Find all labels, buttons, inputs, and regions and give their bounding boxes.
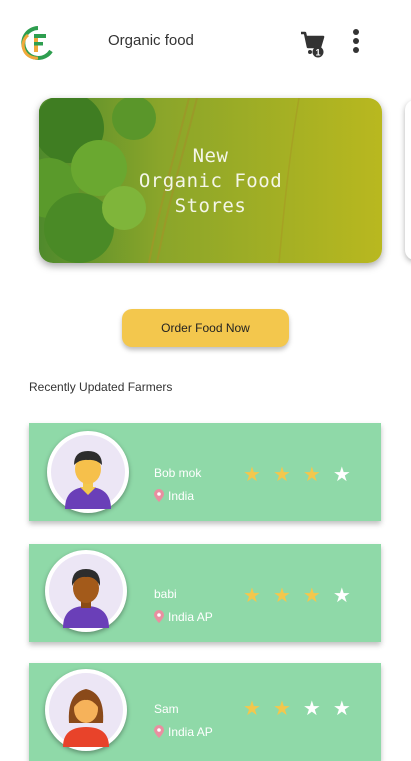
more-vertical-icon[interactable] [346, 27, 366, 55]
promo-banner[interactable]: New Organic Food Stores [39, 98, 382, 263]
farmer-location: India AP [154, 725, 213, 739]
star-icon: ★ [272, 583, 291, 607]
next-banner-card[interactable] [405, 100, 411, 260]
cart-icon[interactable]: 1 [298, 28, 328, 58]
farmer-card[interactable]: Sam India AP ★ ★ ★ ★ [29, 663, 381, 761]
location-pin-icon [154, 725, 164, 738]
star-icon: ★ [302, 583, 321, 607]
farmer-name: babi [154, 587, 177, 601]
star-empty-icon: ★ [332, 696, 351, 720]
star-icon: ★ [302, 462, 321, 486]
avatar [45, 550, 127, 632]
star-empty-icon: ★ [332, 462, 351, 486]
order-food-button[interactable]: Order Food Now [122, 309, 289, 347]
rating-stars: ★ ★ ★ ★ [243, 696, 363, 720]
location-pin-icon [154, 610, 164, 623]
section-title: Recently Updated Farmers [29, 380, 173, 394]
farmer-avatar-icon [49, 554, 123, 628]
location-pin-icon [154, 489, 164, 502]
farmer-location-text: India AP [168, 610, 213, 624]
app-title: Organic food [108, 32, 194, 49]
farmer-location: India [154, 489, 194, 503]
farmer-name: Bob mok [154, 466, 202, 480]
app-bar: Organic food 1 [0, 0, 411, 84]
farmer-location-text: India AP [168, 725, 213, 739]
star-icon: ★ [272, 696, 291, 720]
rating-stars: ★ ★ ★ ★ [243, 583, 363, 607]
farmer-avatar-icon [49, 673, 123, 747]
farmer-name: Sam [154, 702, 179, 716]
banner-text: New Organic Food Stores [138, 145, 283, 217]
star-icon: ★ [243, 696, 261, 720]
star-icon: ★ [272, 462, 291, 486]
star-empty-icon: ★ [302, 696, 321, 720]
avatar [45, 669, 127, 751]
farmer-avatar-icon [51, 435, 125, 509]
cart-count-badge: 1 [315, 48, 320, 58]
farmer-card[interactable]: babi India AP ★ ★ ★ ★ [29, 544, 381, 642]
star-icon: ★ [243, 583, 261, 607]
farmer-card[interactable]: Bob mok India ★ ★ ★ ★ [29, 423, 381, 521]
avatar [47, 431, 129, 513]
organic-food-logo-icon[interactable] [20, 25, 56, 61]
farmer-location-text: India [168, 489, 195, 503]
farmer-location: India AP [154, 610, 213, 624]
rating-stars: ★ ★ ★ ★ [243, 462, 363, 486]
star-empty-icon: ★ [332, 583, 351, 607]
star-icon: ★ [243, 462, 261, 486]
